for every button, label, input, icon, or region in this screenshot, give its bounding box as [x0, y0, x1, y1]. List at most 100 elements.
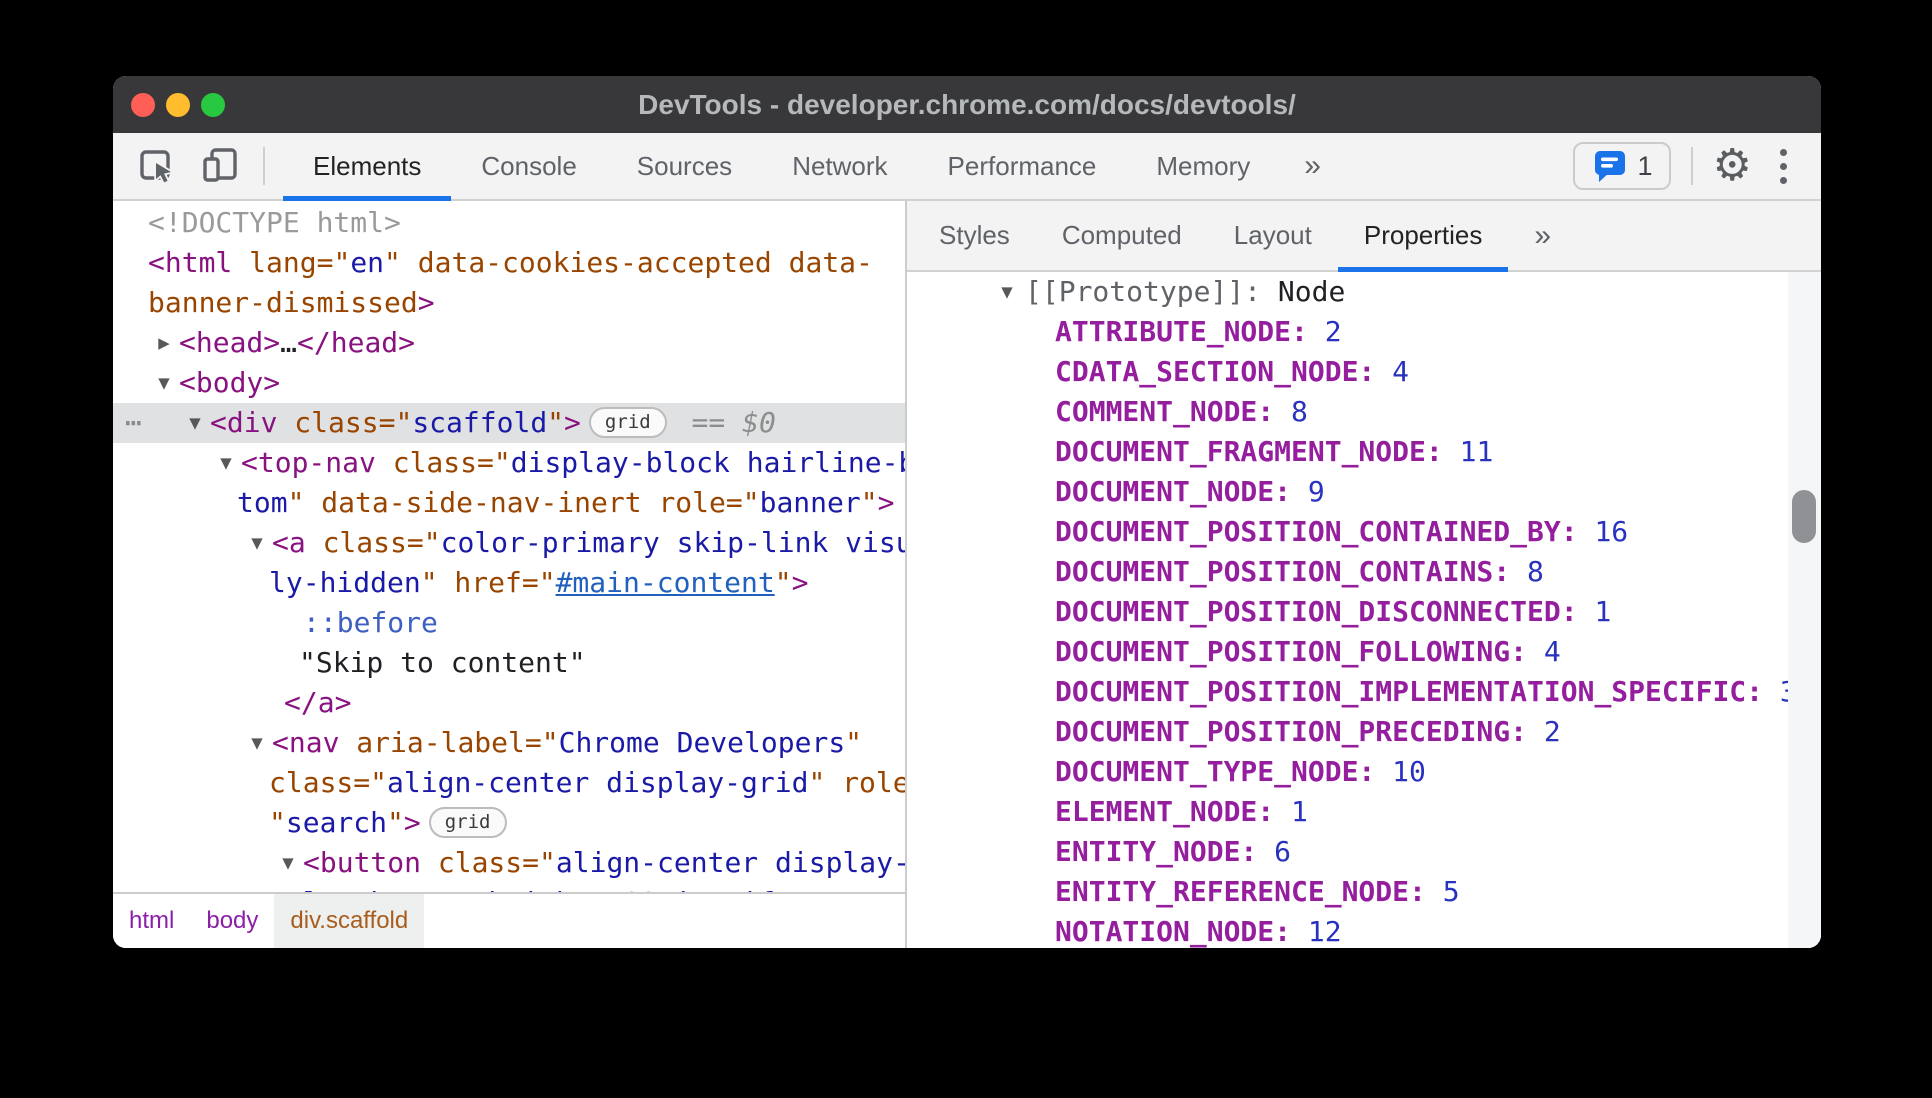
dom-tree-row[interactable]: ▼ <top-nav class="display-block hairline-… — [113, 443, 905, 483]
dom-tree-row[interactable]: "Skip to content" — [113, 643, 905, 683]
scrollbar-track[interactable] — [1788, 272, 1821, 948]
code-segment: align-center display-f — [555, 846, 905, 879]
property-name: DOCUMENT_POSITION_PRECEDING: — [1055, 715, 1528, 748]
code-segment: $0 — [742, 406, 776, 439]
dom-tree-row-selected[interactable]: ⋯ ▼ <div class="scaffold"> grid == $0 — [113, 403, 905, 443]
sidebar-tab-styles[interactable]: Styles — [913, 201, 1036, 270]
property-value: 1 — [1577, 595, 1612, 628]
dom-tree-row[interactable]: "search"> grid — [113, 803, 905, 843]
panel-tab-elements[interactable]: Elements — [283, 133, 452, 201]
code-segment: class=" — [322, 526, 441, 559]
expand-arrow-down-icon[interactable]: ▼ — [245, 723, 269, 763]
grid-badge[interactable]: grid — [588, 406, 667, 438]
panel-tab-performance[interactable]: Performance — [918, 133, 1127, 199]
panel-tab-network[interactable]: Network — [762, 133, 917, 199]
breadcrumb-item-div-scaffold[interactable]: div.scaffold — [274, 894, 425, 948]
dom-tree-row[interactable]: ::before — [113, 603, 905, 643]
panel-tab-sources[interactable]: Sources — [607, 133, 762, 199]
sidebar-tab-properties[interactable]: Properties — [1337, 201, 1509, 272]
property-name: DOCUMENT_POSITION_FOLLOWING: — [1055, 635, 1528, 668]
panel-tab-console[interactable]: Console — [451, 133, 606, 199]
property-row: ENTITY_NODE: 6 — [907, 832, 1821, 872]
breadcrumb-item-html[interactable]: html — [113, 894, 190, 948]
grid-badge[interactable]: grid — [428, 806, 507, 838]
expand-arrow-down-icon[interactable]: ▼ — [152, 363, 176, 403]
dom-tree-row[interactable]: <html lang="en" data-cookies-accepted da… — [113, 243, 905, 283]
toolbar-separator — [263, 147, 265, 185]
sidebar-tab-label: » — [1534, 218, 1552, 252]
scrollbar-thumb[interactable] — [1792, 490, 1816, 543]
sidebar-tab-computed[interactable]: Computed — [1036, 201, 1208, 270]
prototype-row[interactable]: ▼ [[Prototype]]: Node — [907, 272, 1821, 312]
code-segment: <!DOCTYPE html> — [148, 206, 401, 239]
dom-tree-row[interactable]: ly-hidden" href="#main-content"> — [113, 563, 905, 603]
devtools-window: DevTools - developer.chrome.com/docs/dev… — [113, 76, 1821, 948]
code-segment: class=" — [437, 846, 556, 879]
settings-gear-icon[interactable]: ⚙ — [1713, 144, 1752, 188]
property-name: DOCUMENT_FRAGMENT_NODE: — [1055, 435, 1443, 468]
dom-tree-row[interactable]: ▶ <head>…</head> — [113, 323, 905, 363]
dom-tree-row[interactable]: ▼ <button class="align-center display-f — [113, 843, 905, 883]
code-segment: " data-side-nav-inert role=" — [287, 486, 760, 519]
dom-tree-code: banner-dismissed> — [113, 283, 905, 323]
code-segment: class=" — [392, 446, 511, 479]
panel-more-tabs[interactable]: » — [1280, 133, 1345, 199]
dom-tree-code: <a class="color-primary skip-link visual — [113, 523, 905, 563]
property-name: DOCUMENT_POSITION_CONTAINED_BY: — [1055, 515, 1578, 548]
minimize-button[interactable] — [166, 92, 190, 117]
code-segment: " — [774, 566, 792, 599]
dom-tree-row[interactable]: tom" data-side-nav-inert role="banner"> — [113, 483, 905, 523]
device-toolbar-icon[interactable] — [199, 145, 241, 187]
code-segment: class=" — [269, 766, 388, 799]
traffic-lights — [131, 76, 225, 133]
code-segment: " — [860, 486, 878, 519]
sidebar-panel: Styles Computed Layout Properties » ▼ [[Proto… — [907, 201, 1821, 948]
dom-tree-row[interactable]: </a> — [113, 683, 905, 723]
dom-tree-row[interactable]: ▼ <nav aria-label="Chrome Developers" — [113, 723, 905, 763]
more-options-icon[interactable] — [1772, 148, 1795, 184]
close-button[interactable] — [131, 92, 155, 117]
code-segment: … — [280, 326, 298, 359]
dom-tree-row[interactable]: banner-dismissed> — [113, 283, 905, 323]
code-segment: </head> — [297, 326, 416, 359]
zoom-button[interactable] — [201, 92, 225, 117]
devtools-content: <!DOCTYPE html> <html lang="en" data-cook… — [113, 201, 1821, 948]
issues-button[interactable]: 1 — [1572, 142, 1671, 190]
code-segment: data-cookies-accepted data- — [417, 246, 873, 279]
dom-tree-row[interactable]: ▼ <a class="color-primary skip-link visua… — [113, 523, 905, 563]
breadcrumb-item-body[interactable]: body — [190, 894, 274, 948]
attribute-link[interactable]: #main-content — [556, 566, 775, 599]
title-bar[interactable]: DevTools - developer.chrome.com/docs/dev… — [113, 76, 1821, 133]
expand-arrow-down-icon[interactable]: ▼ — [276, 843, 300, 883]
property-value: 5 — [1425, 875, 1460, 908]
expand-arrow-down-icon[interactable]: ▼ — [245, 523, 269, 563]
code-segment: "Skip to content" — [299, 646, 586, 679]
dom-tree-row[interactable]: lex button-height-700 justify-content — [113, 883, 905, 892]
toolbar-right-separator — [1690, 147, 1693, 185]
property-name: CDATA_SECTION_NODE: — [1055, 355, 1376, 388]
panel-tab-label: Elements — [313, 150, 422, 181]
expand-arrow-down-icon[interactable]: ▼ — [214, 443, 238, 483]
code-segment: scaffold — [412, 406, 548, 439]
panel-tab-memory[interactable]: Memory — [1126, 133, 1280, 199]
dom-tree-row[interactable]: <!DOCTYPE html> — [113, 203, 905, 243]
expand-arrow-down-icon[interactable]: ▼ — [183, 403, 207, 443]
property-row: DOCUMENT_FRAGMENT_NODE: 11 — [907, 432, 1821, 472]
property-value: 2 — [1307, 315, 1342, 348]
property-row: DOCUMENT_POSITION_CONTAINS: 8 — [907, 552, 1821, 592]
code-segment: <html — [148, 246, 250, 279]
dom-tree-row[interactable]: ▼ <body> — [113, 363, 905, 403]
sidebar-tab-layout[interactable]: Layout — [1208, 201, 1338, 270]
inspect-element-icon[interactable] — [135, 145, 177, 187]
property-name: DOCUMENT_POSITION_IMPLEMENTATION_SPECIFI… — [1055, 675, 1764, 708]
property-name: DOCUMENT_TYPE_NODE: — [1055, 755, 1376, 788]
expand-arrow-down-icon[interactable]: ▼ — [995, 272, 1019, 312]
code-segment: ::before — [303, 606, 438, 639]
dom-tree-row[interactable]: class="align-center display-grid" role= — [113, 763, 905, 803]
expand-arrow-right-icon[interactable]: ▶ — [152, 323, 176, 363]
property-row: DOCUMENT_POSITION_DISCONNECTED: 1 — [907, 592, 1821, 632]
sidebar-more-tabs[interactable]: » — [1508, 201, 1577, 270]
code-segment: </a> — [284, 686, 352, 719]
sidebar-tab-label: Properties — [1363, 220, 1483, 250]
more-actions-dots-icon[interactable]: ⋯ — [125, 403, 144, 443]
